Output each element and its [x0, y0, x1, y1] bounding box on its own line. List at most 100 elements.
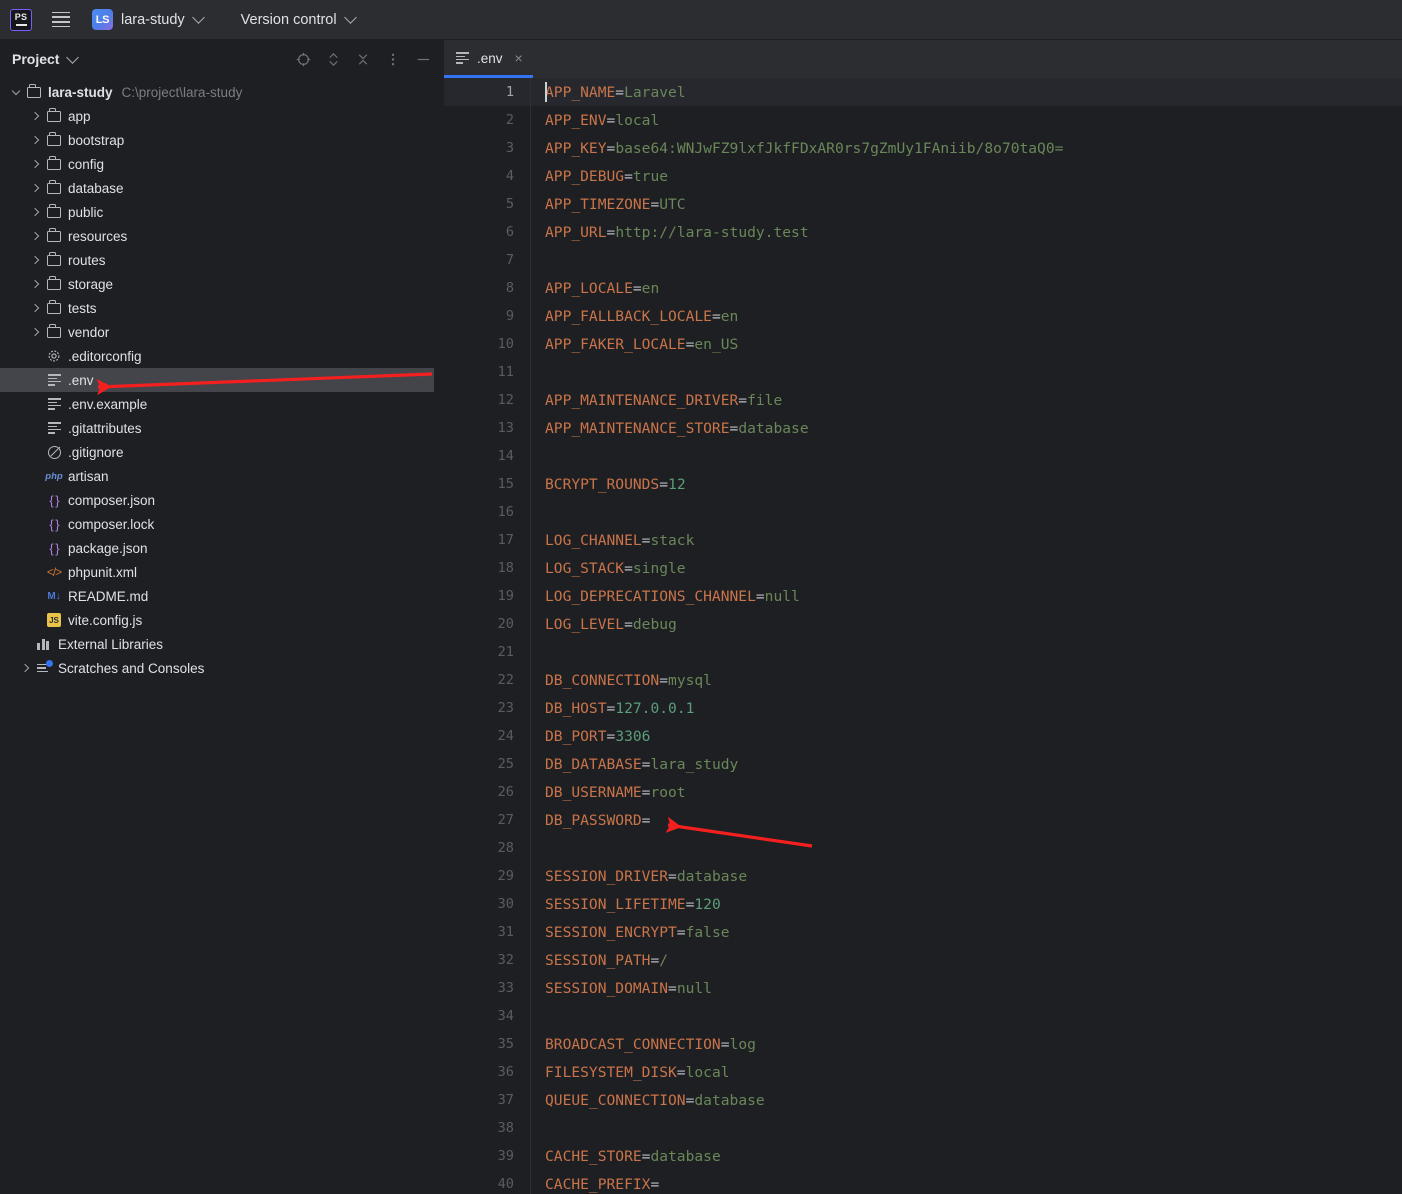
code-line[interactable]: 3 APP_KEY=base64:WNJwFZ9lxfJkfFDxAR0rs7gZ…: [444, 134, 1402, 162]
code-line[interactable]: 25 DB_DATABASE=lara_study: [444, 750, 1402, 778]
code-line[interactable]: 19 LOG_DEPRECATIONS_CHANNEL=null: [444, 582, 1402, 610]
code-line[interactable]: 17 LOG_CHANNEL=stack: [444, 526, 1402, 554]
tree-item-external-libraries[interactable]: External Libraries: [0, 632, 444, 656]
version-control-menu[interactable]: Version control: [233, 0, 357, 40]
code-line[interactable]: 13 APP_MAINTENANCE_STORE=database: [444, 414, 1402, 442]
code-line[interactable]: 38: [444, 1114, 1402, 1142]
chevron-right-icon[interactable]: [28, 104, 44, 128]
code-line[interactable]: 5 APP_TIMEZONE=UTC: [444, 190, 1402, 218]
env-key: LOG_LEVEL: [545, 615, 625, 633]
hide-panel-icon[interactable]: [410, 46, 436, 72]
chevron-right-icon[interactable]: [28, 296, 44, 320]
code-line[interactable]: 10 APP_FAKER_LOCALE=en_US: [444, 330, 1402, 358]
hamburger-menu-icon[interactable]: [46, 0, 76, 40]
tree-item-routes[interactable]: routes: [0, 248, 444, 272]
code-content[interactable]: 1 APP_NAME=Laravel 2 APP_ENV=local 3 APP_KEY=…: [444, 78, 1402, 1194]
code-line[interactable]: 4 APP_DEBUG=true: [444, 162, 1402, 190]
tree-item-label: composer.json: [68, 492, 156, 508]
chevron-right-icon[interactable]: [28, 224, 44, 248]
tree-item-tests[interactable]: tests: [0, 296, 444, 320]
code-line[interactable]: 33 SESSION_DOMAIN=null: [444, 974, 1402, 1002]
tree-item-gitattributes[interactable]: .gitattributes: [0, 416, 444, 440]
chevron-down-icon[interactable]: [66, 51, 80, 64]
tree-item-gitignore[interactable]: .gitignore: [0, 440, 444, 464]
code-line[interactable]: 34: [444, 1002, 1402, 1030]
tree-item-env[interactable]: .env: [0, 368, 434, 392]
code-text: DB_PASSWORD=: [531, 812, 650, 829]
code-line[interactable]: 40 CACHE_PREFIX=: [444, 1170, 1402, 1194]
line-number: 27: [497, 812, 514, 828]
chevron-right-icon[interactable]: [28, 320, 44, 344]
collapse-all-icon[interactable]: [350, 46, 376, 72]
chevron-right-icon[interactable]: [18, 656, 34, 680]
tree-item-public[interactable]: public: [0, 200, 444, 224]
tree-item-lara-study[interactable]: lara-study C:\project\lara-study: [0, 80, 444, 104]
code-line[interactable]: 32 SESSION_PATH=/: [444, 946, 1402, 974]
code-line[interactable]: 39 CACHE_STORE=database: [444, 1142, 1402, 1170]
code-line[interactable]: 29 SESSION_DRIVER=database: [444, 862, 1402, 890]
project-selector[interactable]: LS lara-study: [76, 0, 205, 40]
code-line[interactable]: 7: [444, 246, 1402, 274]
code-line[interactable]: 8 APP_LOCALE=en: [444, 274, 1402, 302]
tree-item-phpunit-xml[interactable]: </> phpunit.xml: [0, 560, 444, 584]
tree-item-editorconfig[interactable]: .editorconfig: [0, 344, 444, 368]
code-line[interactable]: 28: [444, 834, 1402, 862]
code-line[interactable]: 37 QUEUE_CONNECTION=database: [444, 1086, 1402, 1114]
tree-item-env-example[interactable]: .env.example: [0, 392, 444, 416]
editor-tab-env[interactable]: .env ×: [444, 40, 533, 76]
env-value: en: [641, 279, 660, 297]
code-line[interactable]: 26 DB_USERNAME=root: [444, 778, 1402, 806]
code-text: QUEUE_CONNECTION=database: [531, 1092, 765, 1109]
locate-file-icon[interactable]: [290, 46, 316, 72]
code-line[interactable]: 35 BROADCAST_CONNECTION=log: [444, 1030, 1402, 1058]
chevron-right-icon[interactable]: [28, 152, 44, 176]
code-line[interactable]: 11: [444, 358, 1402, 386]
chevron-down-icon[interactable]: [8, 80, 24, 104]
tree-item-vite-config-js[interactable]: JS vite.config.js: [0, 608, 444, 632]
chevron-right-icon[interactable]: [28, 272, 44, 296]
tree-item-database[interactable]: database: [0, 176, 444, 200]
tree-item-artisan[interactable]: php artisan: [0, 464, 444, 488]
code-line[interactable]: 24 DB_PORT=3306: [444, 722, 1402, 750]
expand-collapse-icon[interactable]: [320, 46, 346, 72]
code-line[interactable]: 31 SESSION_ENCRYPT=false: [444, 918, 1402, 946]
tree-item-app[interactable]: app: [0, 104, 444, 128]
code-line[interactable]: 22 DB_CONNECTION=mysql: [444, 666, 1402, 694]
tree-item-composer-json[interactable]: { } composer.json: [0, 488, 444, 512]
code-line[interactable]: 2 APP_ENV=local: [444, 106, 1402, 134]
code-line[interactable]: 15 BCRYPT_ROUNDS=12: [444, 470, 1402, 498]
code-line[interactable]: 9 APP_FALLBACK_LOCALE=en: [444, 302, 1402, 330]
js-file-icon: JS: [44, 608, 64, 632]
code-line[interactable]: 1 APP_NAME=Laravel: [444, 78, 1402, 106]
env-key: APP_DEBUG: [545, 167, 625, 185]
tree-item-package-json[interactable]: { } package.json: [0, 536, 444, 560]
tree-item-composer-lock[interactable]: { } composer.lock: [0, 512, 444, 536]
code-line[interactable]: 6 APP_URL=http://lara-study.test: [444, 218, 1402, 246]
chevron-right-icon[interactable]: [28, 200, 44, 224]
code-line[interactable]: 30 SESSION_LIFETIME=120: [444, 890, 1402, 918]
tree-item-vendor[interactable]: vendor: [0, 320, 444, 344]
code-line[interactable]: 21: [444, 638, 1402, 666]
code-line[interactable]: 16: [444, 498, 1402, 526]
tree-item-storage[interactable]: storage: [0, 272, 444, 296]
tree-item-resources[interactable]: resources: [0, 224, 444, 248]
chevron-right-icon[interactable]: [28, 176, 44, 200]
folder-icon: [44, 224, 64, 248]
code-line[interactable]: 36 FILESYSTEM_DISK=local: [444, 1058, 1402, 1086]
code-line[interactable]: 12 APP_MAINTENANCE_DRIVER=file: [444, 386, 1402, 414]
phpstorm-icon[interactable]: PS: [10, 8, 32, 31]
tree-item-bootstrap[interactable]: bootstrap: [0, 128, 444, 152]
code-line[interactable]: 20 LOG_LEVEL=debug: [444, 610, 1402, 638]
tree-item-scratches-and-consoles[interactable]: Scratches and Consoles: [0, 656, 444, 680]
chevron-right-icon[interactable]: [28, 248, 44, 272]
code-line[interactable]: 18 LOG_STACK=single: [444, 554, 1402, 582]
more-options-icon[interactable]: [380, 46, 406, 72]
tree-item-config[interactable]: config: [0, 152, 444, 176]
code-line[interactable]: 23 DB_HOST=127.0.0.1: [444, 694, 1402, 722]
chevron-right-icon[interactable]: [28, 128, 44, 152]
tree-item-readme-md[interactable]: M↓ README.md: [0, 584, 444, 608]
close-icon[interactable]: ×: [515, 51, 523, 65]
code-line[interactable]: 27 DB_PASSWORD=: [444, 806, 1402, 834]
code-line[interactable]: 14: [444, 442, 1402, 470]
line-number: 24: [497, 728, 514, 744]
